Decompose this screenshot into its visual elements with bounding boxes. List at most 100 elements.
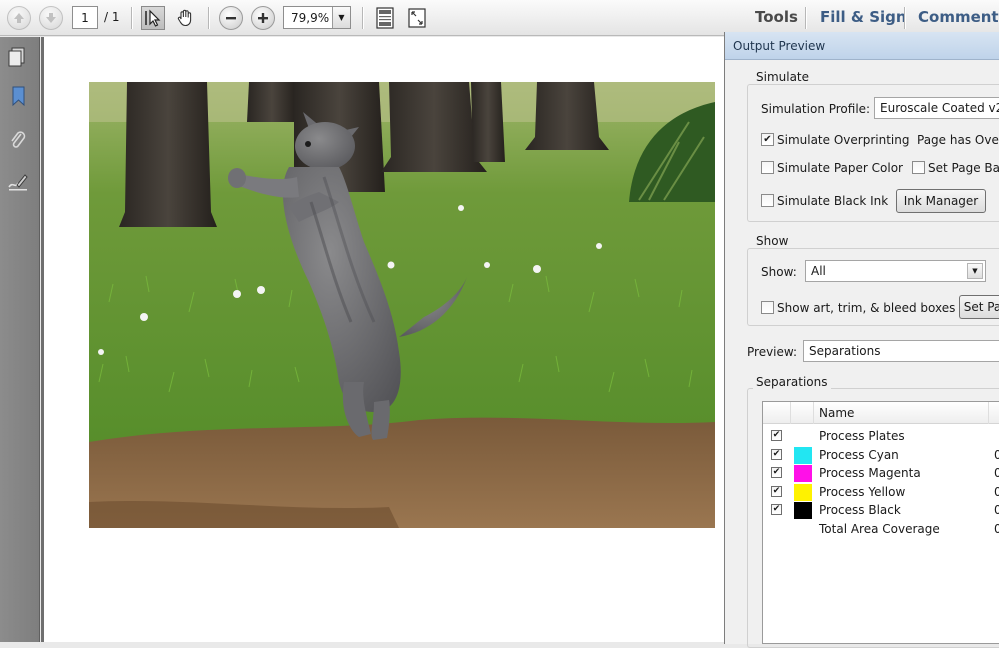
simulation-profile-select[interactable]: Euroscale Coated v2 — [874, 97, 999, 119]
separation-coverage: 0 — [994, 484, 999, 499]
tools-link[interactable]: Tools — [755, 8, 798, 26]
simulate-heading: Simulate — [753, 70, 813, 84]
toolbar-divider — [362, 7, 363, 29]
preview-select[interactable]: Separations — [803, 340, 999, 362]
simulate-overprinting-label: Simulate Overprinting — [777, 133, 910, 147]
next-page-button[interactable] — [39, 6, 63, 30]
set-page-background-label: Set Page Back — [928, 161, 999, 175]
show-boxes-checkbox[interactable] — [761, 301, 774, 314]
separations-table-header: Name — [763, 402, 999, 424]
simulate-paper-color-label: Simulate Paper Color — [777, 161, 903, 175]
minus-icon — [226, 17, 236, 20]
plus-icon — [258, 13, 268, 23]
cursor-select-icon — [145, 9, 161, 27]
separation-name: Process Yellow — [819, 484, 906, 499]
separation-row[interactable]: ✔ Process Plates — [763, 427, 999, 446]
color-swatch — [794, 446, 812, 464]
separation-row[interactable]: ✔ Process Yellow 0 — [763, 483, 999, 502]
show-heading: Show — [753, 234, 792, 248]
separation-row[interactable]: ✔ Process Cyan 0 — [763, 446, 999, 465]
select-tool-button[interactable] — [141, 6, 165, 30]
toolbar-divider — [904, 7, 905, 29]
separation-row[interactable]: ✔ Process Magenta 0 — [763, 464, 999, 483]
toolbar: 1 / 1 79,9% ▼ Tools Fill & Sign Comment — [0, 0, 999, 36]
chevron-down-icon[interactable]: ▼ — [332, 7, 350, 28]
paperclip-icon — [11, 131, 26, 148]
separation-row[interactable]: ✔ Process Black 0 — [763, 501, 999, 520]
page-total: / 1 — [104, 10, 120, 24]
zoom-out-button[interactable] — [219, 6, 243, 30]
attachments-button[interactable] — [7, 129, 29, 151]
separation-name: Total Area Coverage — [819, 522, 940, 536]
header-swatch-column — [791, 402, 814, 424]
signature-pen-icon — [8, 174, 28, 191]
color-swatch — [794, 483, 812, 501]
separation-checkbox[interactable]: ✔ — [771, 430, 782, 441]
show-boxes-label: Show art, trim, & bleed boxes — [777, 301, 956, 315]
toolbar-divider — [131, 7, 132, 29]
fit-page-button[interactable] — [373, 6, 397, 30]
separation-name: Process Magenta — [819, 466, 921, 481]
show-select[interactable]: All ▼ — [805, 260, 986, 282]
preview-label: Preview: — [747, 345, 798, 359]
comment-link[interactable]: Comment — [918, 8, 999, 26]
fit-page-icon — [376, 7, 394, 29]
bookmark-icon — [12, 86, 25, 107]
cat-photo-image — [89, 82, 715, 528]
separation-checkbox[interactable]: ✔ — [771, 504, 782, 516]
expand-icon — [408, 8, 426, 28]
simulation-profile-label: Simulation Profile: — [761, 102, 871, 116]
separation-coverage: 0 — [994, 522, 999, 536]
simulate-black-ink-label: Simulate Black Ink — [777, 194, 889, 208]
page-thumbnails-button[interactable] — [7, 46, 29, 68]
zoom-level-select[interactable]: 79,9% ▼ — [283, 6, 351, 29]
toolbar-divider — [805, 7, 806, 29]
previous-page-button[interactable] — [7, 6, 31, 30]
pdf-page — [44, 37, 724, 642]
zoom-in-button[interactable] — [251, 6, 275, 30]
simulate-black-ink-checkbox[interactable] — [761, 194, 774, 207]
separation-checkbox[interactable]: ✔ — [771, 467, 782, 479]
toolbar-divider — [208, 7, 209, 29]
hand-tool-button[interactable] — [173, 6, 197, 30]
color-swatch — [794, 465, 812, 483]
show-select-value: All — [811, 264, 826, 278]
ink-manager-button[interactable]: Ink Manager — [896, 189, 986, 213]
simulate-overprinting-checkbox[interactable]: ✔ — [761, 133, 774, 146]
set-page-boxes-button[interactable]: Set Pa — [959, 295, 999, 319]
arrow-up-icon — [14, 13, 24, 23]
signatures-button[interactable] — [7, 171, 29, 193]
fill-sign-link[interactable]: Fill & Sign — [820, 8, 907, 26]
page-number-input[interactable]: 1 — [72, 6, 98, 29]
separation-checkbox[interactable]: ✔ — [771, 485, 782, 497]
hand-icon — [177, 9, 192, 27]
full-screen-button[interactable] — [405, 6, 429, 30]
separations-table[interactable]: Name ✔ Process Plates ✔ Process Cyan 0 ✔ Proce… — [762, 401, 999, 644]
page-overprint-status: Page has Overpr — [917, 133, 999, 147]
separation-name: Process Plates — [819, 429, 905, 443]
header-check-column — [763, 402, 791, 424]
color-swatch — [794, 502, 812, 520]
cat-photo — [89, 82, 715, 528]
separation-name: Process Black — [819, 503, 901, 518]
separation-name: Process Cyan — [819, 447, 899, 462]
set-page-background-checkbox[interactable] — [912, 161, 925, 174]
chevron-down-icon[interactable]: ▼ — [967, 263, 983, 279]
simulate-paper-color-checkbox[interactable] — [761, 161, 774, 174]
separation-checkbox[interactable]: ✔ — [771, 448, 782, 460]
separations-heading: Separations — [753, 375, 831, 389]
bookmarks-button[interactable] — [7, 85, 29, 107]
dialog-title: Output Preview — [725, 32, 999, 60]
document-view[interactable] — [41, 37, 724, 642]
separation-coverage: 0 — [994, 447, 999, 462]
navigation-pane — [0, 37, 40, 642]
separation-row[interactable]: Total Area Coverage 0 — [763, 520, 999, 539]
show-label: Show: — [761, 265, 797, 279]
separation-coverage: 0 — [994, 503, 999, 518]
column-header-name[interactable]: Name — [814, 402, 989, 424]
output-preview-dialog: Output Preview Simulate Simulation Profi… — [724, 32, 999, 648]
arrow-down-icon — [46, 13, 56, 23]
separation-coverage: 0 — [994, 466, 999, 481]
pages-icon — [8, 47, 25, 67]
zoom-level-value: 79,9% — [291, 11, 330, 25]
